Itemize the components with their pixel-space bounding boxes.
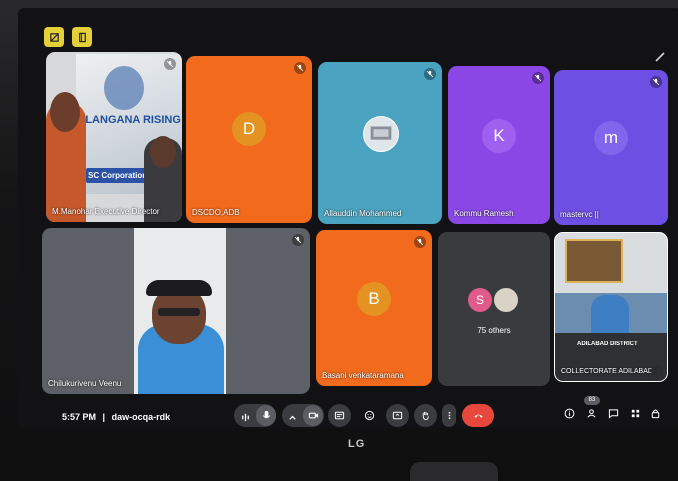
camera-group xyxy=(282,404,324,427)
participant-name: DSCDO,ADB xyxy=(192,208,240,217)
present-button[interactable] xyxy=(386,404,409,427)
banner-text: ADILABAD DISTRICT xyxy=(577,341,638,347)
activities-icon xyxy=(631,409,639,417)
captions-icon xyxy=(334,411,345,420)
mic-off-icon xyxy=(652,78,660,86)
end-call-icon xyxy=(473,414,483,418)
participants-count-badge: 83 xyxy=(584,396,600,405)
person-center xyxy=(591,295,629,335)
participant-name: Basani venkataramana xyxy=(322,371,404,380)
avatar: D xyxy=(232,112,266,147)
cap xyxy=(146,280,212,296)
camera-off-button[interactable] xyxy=(44,27,64,47)
audio-levels-icon xyxy=(242,413,249,422)
mic-off-indicator xyxy=(650,76,662,88)
info-button[interactable] xyxy=(562,406,576,420)
participant-name: Chilukurivenu Veenu xyxy=(48,379,122,388)
chat-button[interactable] xyxy=(606,406,620,420)
video-tile-manohar[interactable]: ELANGANA RISING SC Corporation Adilabad … xyxy=(46,52,182,222)
people-button[interactable]: 83 xyxy=(584,396,600,420)
pin-icon[interactable] xyxy=(651,365,663,377)
tile-mastervc[interactable]: m mastervc || xyxy=(554,70,668,225)
people-icon xyxy=(586,408,596,418)
info-icon xyxy=(564,408,574,418)
microphone-button[interactable] xyxy=(256,405,276,426)
mic-off-icon xyxy=(294,236,302,244)
status-area: 5:57 PM | daw-ocqa-rdk xyxy=(62,412,170,422)
separator: | xyxy=(102,412,106,422)
mic-off-icon xyxy=(166,60,174,68)
sign-text: ELANGANA RISING xyxy=(78,114,181,126)
glasses xyxy=(158,308,200,316)
tile-allauddin[interactable]: Allauddin Mohammed xyxy=(318,62,442,224)
others-avatar: S xyxy=(468,288,492,312)
present-screen-icon xyxy=(392,411,403,420)
door-button[interactable] xyxy=(72,27,92,47)
mic-off-indicator xyxy=(294,62,306,74)
mic-off-indicator xyxy=(424,68,436,80)
mic-off-icon xyxy=(296,64,304,72)
avatar-photo xyxy=(363,116,399,153)
camera-button[interactable] xyxy=(303,405,323,426)
tile-dscdo[interactable]: D DSCDO,ADB xyxy=(186,56,312,223)
mic-off-indicator xyxy=(164,58,176,70)
host-controls-button[interactable] xyxy=(648,406,662,420)
tile-others[interactable]: S 75 others xyxy=(438,232,550,386)
tile-kommu[interactable]: K Kommu Ramesh xyxy=(448,66,550,224)
participant-name: M.Manohar Executive Director xyxy=(52,207,160,216)
mic-off-indicator xyxy=(532,72,544,84)
mic-group xyxy=(234,404,276,427)
door-icon xyxy=(78,32,86,42)
time: 5:57 PM xyxy=(62,412,97,422)
avatar: K xyxy=(482,118,516,153)
chevron-up-icon xyxy=(289,415,296,420)
mic-off-icon xyxy=(416,238,424,246)
activities-button[interactable] xyxy=(628,406,642,420)
mic-off-icon xyxy=(534,74,542,82)
avatar: m xyxy=(594,121,628,156)
avatar: B xyxy=(357,281,391,316)
video-tile-chilukurivenu[interactable]: Chilukurivenu Veenu xyxy=(42,228,310,394)
end-call-button[interactable] xyxy=(462,404,494,427)
monitor-stand xyxy=(410,462,498,481)
pen-icon[interactable] xyxy=(654,50,666,62)
participant-name: Kommu Ramesh xyxy=(454,209,514,218)
camera-icon xyxy=(308,412,318,419)
video-tile-collectorate[interactable]: ADILABAD DISTRICT COLLECTORATE ADILABAD xyxy=(554,232,668,382)
participant-name: mastervc || xyxy=(560,210,599,219)
audio-levels-button[interactable] xyxy=(240,410,251,428)
meeting-code: daw-ocqa-rdk xyxy=(111,412,171,422)
more-options-button[interactable] xyxy=(442,404,456,427)
participant-name: COLLECTORATE ADILABAD xyxy=(561,368,653,375)
emoji-button[interactable] xyxy=(358,404,381,427)
monitor-logo: LG xyxy=(348,438,366,450)
portrait-frame xyxy=(565,239,623,283)
raise-hand-icon xyxy=(422,411,429,421)
emoji-icon xyxy=(364,410,375,421)
microphone-icon xyxy=(262,410,270,419)
others-avatar-photo xyxy=(494,288,518,312)
mic-off-indicator xyxy=(292,234,304,246)
mic-off-indicator xyxy=(414,236,426,248)
meet-screen: ELANGANA RISING SC Corporation Adilabad … xyxy=(18,8,678,428)
raise-hand-button[interactable] xyxy=(414,404,437,427)
others-label: 75 others xyxy=(477,326,511,335)
chat-icon xyxy=(608,408,618,419)
more-options-icon xyxy=(448,411,450,420)
chevron-up-button[interactable] xyxy=(287,410,298,428)
emblem-icon xyxy=(104,66,144,110)
camera-off-icon xyxy=(49,32,59,42)
host-controls-icon xyxy=(651,409,659,418)
participant-name: Allauddin Mohammed xyxy=(324,209,402,218)
tile-basani[interactable]: B Basani venkataramana xyxy=(316,230,432,386)
mic-off-icon xyxy=(426,70,434,78)
captions-button[interactable] xyxy=(328,404,351,427)
